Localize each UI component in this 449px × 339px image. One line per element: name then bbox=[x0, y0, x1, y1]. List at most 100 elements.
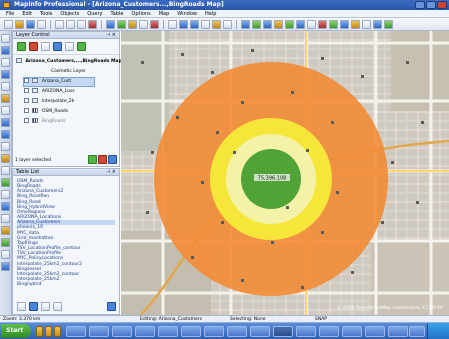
layer-visibility-checkbox[interactable] bbox=[24, 118, 29, 123]
close-button[interactable] bbox=[437, 1, 447, 9]
refresh-icon[interactable] bbox=[108, 155, 117, 164]
reshape-button[interactable] bbox=[373, 19, 382, 29]
move-down-icon[interactable] bbox=[53, 42, 62, 51]
start-button[interactable]: Start bbox=[1, 324, 31, 338]
zoom-out-button[interactable] bbox=[190, 19, 199, 29]
new-table-button[interactable] bbox=[4, 19, 13, 29]
label-tool-button[interactable] bbox=[223, 19, 232, 29]
undo-button[interactable] bbox=[88, 19, 97, 29]
layer-osm-roads[interactable]: OSM_Roads bbox=[24, 108, 68, 116]
minimize-button[interactable] bbox=[415, 1, 425, 9]
taskbar-window-button[interactable] bbox=[342, 326, 362, 337]
ruler-tool-icon[interactable] bbox=[1, 178, 10, 187]
text-tool-button[interactable] bbox=[307, 19, 316, 29]
polygon-select-icon[interactable] bbox=[1, 70, 10, 79]
menu-options[interactable]: Options bbox=[131, 11, 150, 17]
select-tool-button[interactable] bbox=[168, 19, 177, 29]
layer-props-icon[interactable] bbox=[1, 250, 10, 259]
taskbar-window-button-active[interactable] bbox=[273, 326, 293, 337]
taskbar-window-button[interactable] bbox=[158, 326, 178, 337]
taskbar-window-button[interactable] bbox=[409, 326, 425, 337]
browse-table-icon[interactable] bbox=[29, 302, 38, 311]
thematic-icon[interactable] bbox=[77, 42, 86, 51]
move-up-icon[interactable] bbox=[41, 42, 50, 51]
marquee-select-icon[interactable] bbox=[1, 46, 10, 55]
zoom-in-tool-icon[interactable] bbox=[1, 118, 10, 127]
grabber-tool-icon[interactable] bbox=[1, 142, 10, 151]
invert-selection-icon[interactable] bbox=[1, 106, 10, 115]
maximize-button[interactable] bbox=[426, 1, 436, 9]
boundary-select-icon[interactable] bbox=[1, 82, 10, 91]
rectangle-tool-button[interactable] bbox=[296, 19, 305, 29]
region-style-button[interactable] bbox=[340, 19, 349, 29]
quicklaunch-icon[interactable] bbox=[36, 326, 43, 337]
open-button[interactable] bbox=[15, 19, 24, 29]
menu-table[interactable]: Table bbox=[110, 11, 123, 17]
pan-button[interactable] bbox=[201, 19, 210, 29]
layer-visibility-checkbox[interactable] bbox=[24, 98, 29, 103]
line-style-button[interactable] bbox=[329, 19, 338, 29]
taskbar-window-button[interactable] bbox=[135, 326, 155, 337]
layer-arizona-cust[interactable]: Arizona_Cust bbox=[23, 77, 95, 87]
menu-objects[interactable]: Objects bbox=[60, 11, 79, 17]
layer-visibility-checkbox[interactable] bbox=[24, 108, 29, 113]
scale-bar-icon[interactable] bbox=[1, 262, 10, 271]
statistics-icon[interactable] bbox=[1, 214, 10, 223]
table-item[interactable]: Bingnybrid bbox=[17, 282, 115, 287]
copy-button[interactable] bbox=[66, 19, 75, 29]
arc-tool-button[interactable] bbox=[263, 19, 272, 29]
map-window[interactable]: 75,396.108 © 2008 OpenStreetMap contribu… bbox=[121, 31, 449, 315]
remove-layer-icon[interactable] bbox=[29, 42, 38, 51]
menu-query[interactable]: Query bbox=[87, 11, 102, 17]
symbol-tool-button[interactable] bbox=[318, 19, 327, 29]
stop-icon[interactable] bbox=[98, 155, 107, 164]
cut-button[interactable] bbox=[55, 19, 64, 29]
ellipse-tool-button[interactable] bbox=[285, 19, 294, 29]
hotlink-icon[interactable] bbox=[1, 226, 10, 235]
legend-icon[interactable] bbox=[1, 202, 10, 211]
menu-tools[interactable]: Tools bbox=[40, 11, 52, 17]
layer-cosmetic[interactable]: Cosmetic Layer bbox=[51, 68, 86, 76]
unselect-all-icon[interactable] bbox=[1, 94, 10, 103]
quicklaunch-icon[interactable] bbox=[45, 326, 52, 337]
radius-select-icon[interactable] bbox=[1, 58, 10, 67]
taskbar-window-button[interactable] bbox=[296, 326, 316, 337]
pin-icon[interactable]: ⊣ × bbox=[106, 32, 116, 39]
add-layer-icon[interactable] bbox=[17, 42, 26, 51]
layer-bingroads[interactable]: BingRoads bbox=[24, 118, 66, 126]
new-browser-button[interactable] bbox=[106, 19, 115, 29]
polygon-tool-button[interactable] bbox=[274, 19, 283, 29]
quicklaunch-icon[interactable] bbox=[54, 326, 61, 337]
layer-visibility-checkbox[interactable] bbox=[24, 78, 29, 83]
layer-visibility-checkbox[interactable] bbox=[24, 88, 29, 93]
new-layout-button[interactable] bbox=[139, 19, 148, 29]
layer-properties-icon[interactable] bbox=[65, 42, 74, 51]
refresh-icon[interactable] bbox=[107, 302, 116, 311]
taskbar-window-button[interactable] bbox=[66, 326, 86, 337]
new-graph-button[interactable] bbox=[128, 19, 137, 29]
taskbar-window-button[interactable] bbox=[204, 326, 224, 337]
arrow-select-icon[interactable] bbox=[1, 34, 10, 43]
menu-window[interactable]: Window bbox=[177, 11, 197, 17]
menu-map[interactable]: Map bbox=[159, 11, 170, 17]
taskbar-window-button[interactable] bbox=[250, 326, 270, 337]
redistrict-button[interactable] bbox=[150, 19, 159, 29]
taskbar-window-button[interactable] bbox=[365, 326, 385, 337]
layer-interpolate[interactable]: Interpolate_2k bbox=[24, 98, 74, 106]
polyline-tool-button[interactable] bbox=[252, 19, 261, 29]
table-props-icon[interactable] bbox=[53, 302, 62, 311]
info-tool-button[interactable] bbox=[212, 19, 221, 29]
apply-icon[interactable] bbox=[88, 155, 97, 164]
taskbar-window-button[interactable] bbox=[388, 326, 408, 337]
clip-region-icon[interactable] bbox=[1, 238, 10, 247]
taskbar-window-button[interactable] bbox=[181, 326, 201, 337]
save-button[interactable] bbox=[26, 19, 35, 29]
taskbar-window-button[interactable] bbox=[112, 326, 132, 337]
taskbar-window-button[interactable] bbox=[319, 326, 339, 337]
paste-button[interactable] bbox=[77, 19, 86, 29]
map-canvas[interactable]: 75,396.108 © 2008 OpenStreetMap contribu… bbox=[121, 31, 449, 315]
add-node-button[interactable] bbox=[384, 19, 393, 29]
menu-file[interactable]: File bbox=[6, 11, 14, 17]
pin-icon[interactable]: ⊣ × bbox=[106, 169, 116, 176]
new-mapper-button[interactable] bbox=[117, 19, 126, 29]
